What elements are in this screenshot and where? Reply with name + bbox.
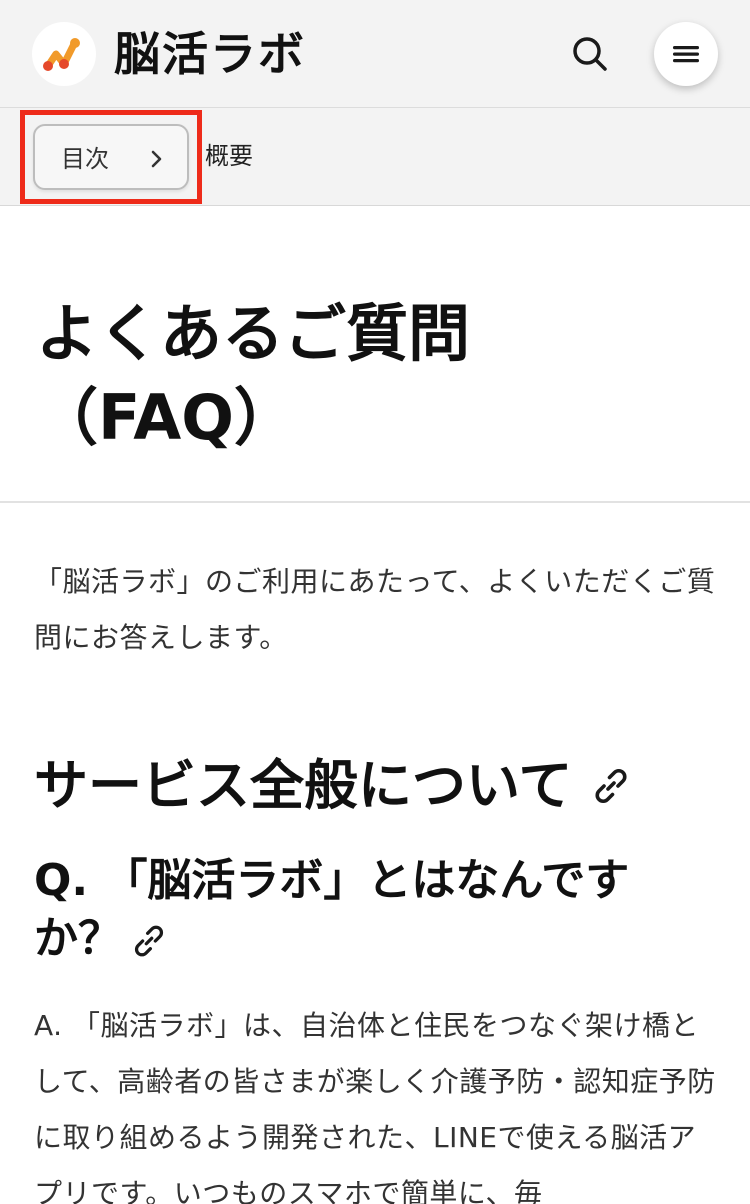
title-section: よくあるご質問（FAQ） [0,206,750,503]
section-heading-text: サービス全般について [34,754,573,817]
toc-button[interactable]: 目次 [33,124,189,190]
toc-bar: 目次 概要 [0,108,750,206]
chevron-right-icon [151,150,162,168]
site-header: 脳活ラボ [0,0,750,108]
logo-text[interactable]: 脳活ラボ [114,24,306,84]
link-icon[interactable] [590,765,632,807]
toc-current-section: 概要 [205,142,253,170]
logo-icon[interactable] [32,22,96,86]
question-heading: Q. 「脳活ラボ」とはなんですか？ [34,852,674,968]
link-icon[interactable] [130,922,168,960]
toc-button-label: 目次 [61,145,109,173]
section-heading: サービス全般について [34,754,734,818]
menu-button[interactable] [654,22,718,86]
page-title: よくあるご質問（FAQ） [36,297,471,454]
hamburger-icon [673,46,699,63]
search-icon [573,37,607,71]
search-button[interactable] [566,30,614,78]
question-text: Q. 「脳活ラボ」とはなんですか？ [34,855,630,964]
intro-text: 「脳活ラボ」のご利用にあたって、よくいただくご質問にお答えします。 [34,565,716,654]
answer-text: A. 「脳活ラボ」は、自治体と住民をつなぐ架け橋として、高齢者の皆さまが楽しく介… [34,1009,716,1204]
